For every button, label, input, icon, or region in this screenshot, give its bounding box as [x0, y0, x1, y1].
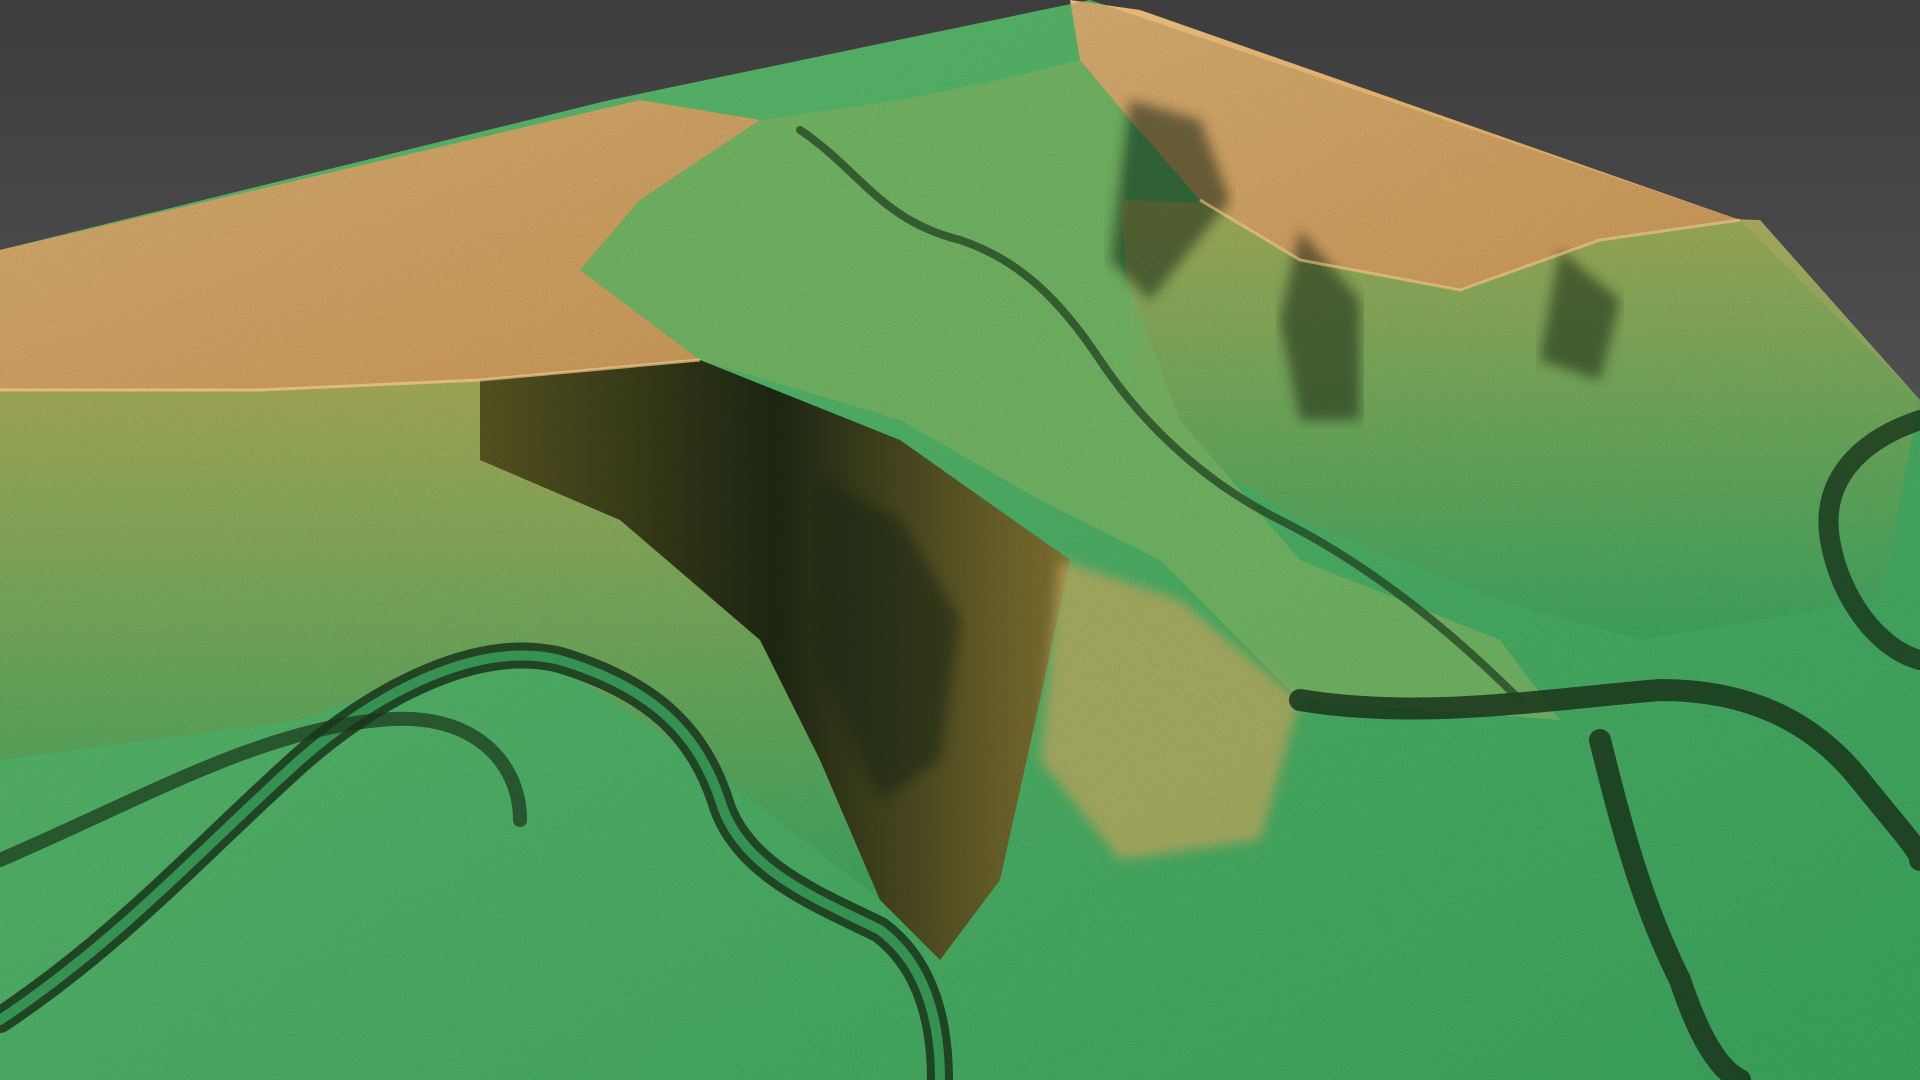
terrain-svg	[0, 0, 1920, 1080]
terrain-render-viewport[interactable]	[0, 0, 1920, 1080]
